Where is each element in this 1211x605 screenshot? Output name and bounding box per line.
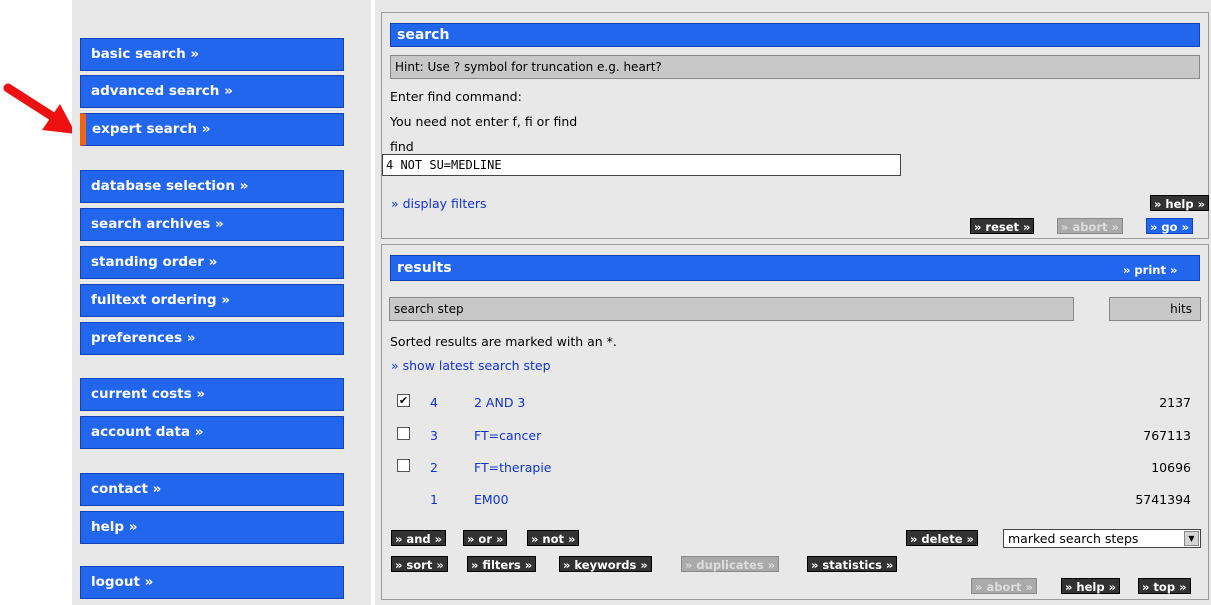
frame-divider bbox=[371, 0, 375, 605]
row-hits: 2137 bbox=[1159, 395, 1191, 410]
search-abort-button: » abort » bbox=[1057, 218, 1123, 234]
hits-header: hits bbox=[1109, 297, 1201, 321]
go-button[interactable]: » go » bbox=[1146, 218, 1193, 234]
nav-standing-order[interactable]: standing order » bbox=[80, 246, 344, 279]
checkbox-checked-icon[interactable]: ✔ bbox=[397, 394, 410, 407]
nav-advanced-search[interactable]: advanced search » bbox=[80, 75, 344, 108]
nav-help[interactable]: help » bbox=[80, 511, 344, 544]
row-checkbox[interactable] bbox=[397, 459, 410, 472]
row-query[interactable]: 2 AND 3 bbox=[474, 395, 525, 410]
row-query[interactable]: EM00 bbox=[474, 492, 509, 507]
show-latest-link[interactable]: » show latest search step bbox=[391, 358, 551, 373]
filters-button[interactable]: » filters » bbox=[467, 556, 537, 572]
row-hits: 10696 bbox=[1151, 460, 1191, 475]
nav-basic-search[interactable]: basic search » bbox=[80, 38, 344, 71]
search-step-header: search step bbox=[389, 297, 1074, 321]
results-panel-title: results bbox=[390, 255, 1200, 281]
row-checkbox[interactable] bbox=[397, 427, 410, 440]
or-button[interactable]: » or » bbox=[463, 530, 508, 546]
nav-logout[interactable]: logout » bbox=[80, 566, 344, 599]
row-step-number[interactable]: 2 bbox=[430, 460, 438, 475]
keywords-button[interactable]: » keywords » bbox=[559, 556, 652, 572]
delete-button[interactable]: » delete » bbox=[906, 530, 978, 546]
search-hint: Hint: Use ? symbol for truncation e.g. h… bbox=[390, 55, 1200, 79]
search-panel-title: search bbox=[390, 23, 1200, 47]
row-step-number[interactable]: 1 bbox=[430, 492, 438, 507]
statistics-button[interactable]: » statistics » bbox=[807, 556, 898, 572]
chevron-down-icon[interactable]: ▼ bbox=[1184, 531, 1199, 546]
duplicates-button: » duplicates » bbox=[681, 556, 780, 572]
nav-preferences[interactable]: preferences » bbox=[80, 322, 344, 355]
find-command-input[interactable]: 4 NOT SU=MEDLINE bbox=[382, 154, 901, 176]
display-filters-link[interactable]: » display filters bbox=[391, 196, 487, 211]
results-help-button[interactable]: » help » bbox=[1061, 578, 1121, 594]
nav-search-archives[interactable]: search archives » bbox=[80, 208, 344, 241]
delete-scope-value: marked search steps bbox=[1008, 531, 1139, 546]
find-label: find bbox=[390, 139, 414, 154]
row-step-number[interactable]: 3 bbox=[430, 428, 438, 443]
sorted-note: Sorted results are marked with an *. bbox=[390, 334, 617, 349]
row-query[interactable]: FT=cancer bbox=[474, 428, 541, 443]
results-abort-button: » abort » bbox=[971, 578, 1037, 594]
nav-database-selection[interactable]: database selection » bbox=[80, 170, 344, 203]
nav-current-costs[interactable]: current costs » bbox=[80, 378, 344, 411]
row-hits: 767113 bbox=[1143, 428, 1191, 443]
search-help-button[interactable]: » help » bbox=[1150, 195, 1210, 211]
not-button[interactable]: » not » bbox=[527, 530, 580, 546]
reset-button[interactable]: » reset » bbox=[970, 218, 1035, 234]
row-query[interactable]: FT=therapie bbox=[474, 460, 552, 475]
nav-contact[interactable]: contact » bbox=[80, 473, 344, 506]
top-button[interactable]: » top » bbox=[1138, 578, 1191, 594]
nav-account-data[interactable]: account data » bbox=[80, 416, 344, 449]
print-button[interactable]: » print » bbox=[1120, 262, 1180, 278]
sort-button[interactable]: » sort » bbox=[391, 556, 448, 572]
nav-expert-search[interactable]: expert search » bbox=[80, 113, 344, 146]
row-hits: 5741394 bbox=[1135, 492, 1191, 507]
need-not-note: You need not enter f, fi or find bbox=[390, 114, 578, 129]
delete-scope-select[interactable]: marked search steps ▼ bbox=[1003, 529, 1201, 548]
and-button[interactable]: » and » bbox=[391, 530, 447, 546]
row-step-number[interactable]: 4 bbox=[430, 395, 438, 410]
nav-fulltext-ordering[interactable]: fulltext ordering » bbox=[80, 284, 344, 317]
enter-command-label: Enter find command: bbox=[390, 89, 522, 104]
arrow-pointer-icon bbox=[3, 83, 76, 134]
